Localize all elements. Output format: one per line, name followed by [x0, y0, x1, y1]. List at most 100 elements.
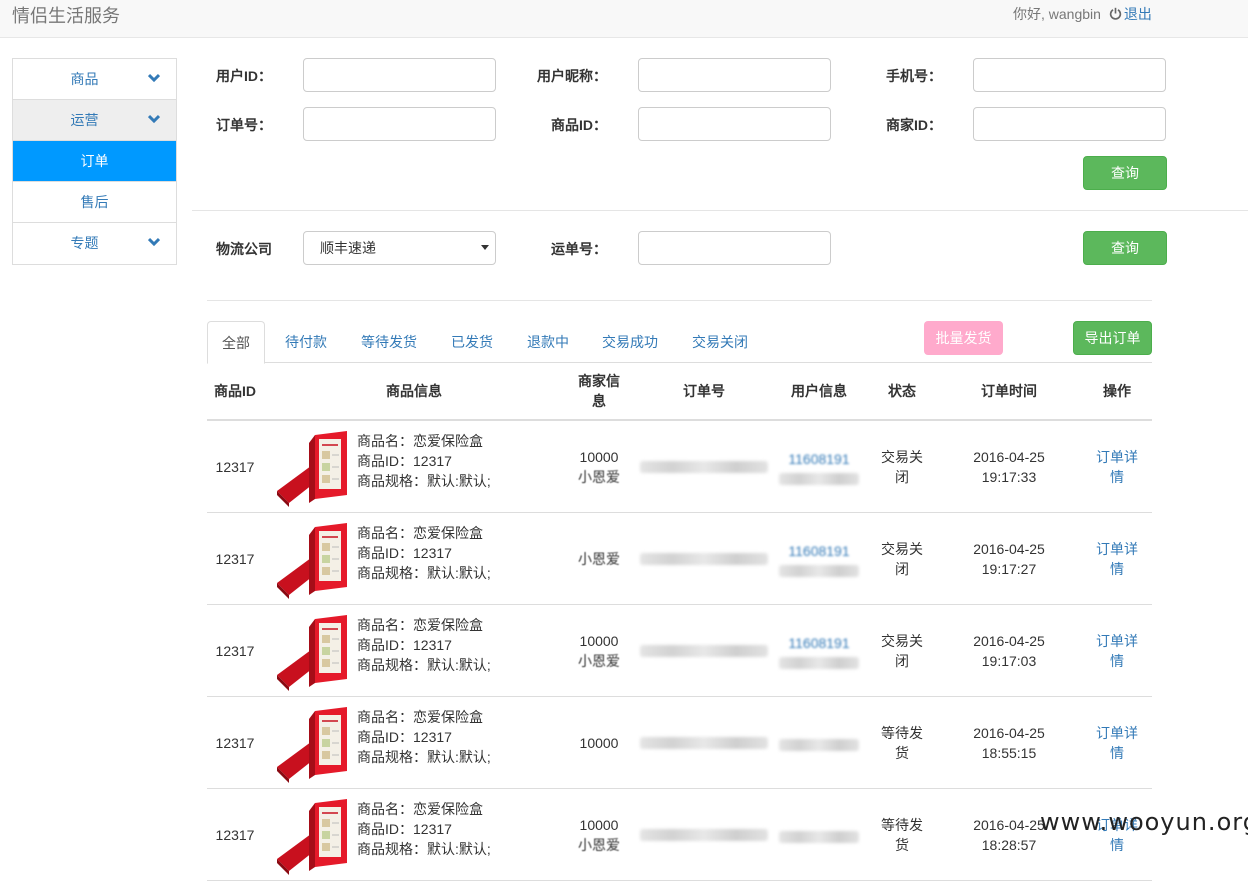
- product-info: 商品名：恋爱保险盒 商品ID：12317 商品规格：默认:默认;: [357, 707, 491, 767]
- product-id-cell: 12317: [215, 735, 255, 751]
- waybill-input[interactable]: [638, 231, 831, 265]
- table-row: 12317 商品名：恋爱保险盒 商品ID：12317 商品规格：默认:默认; 小…: [207, 513, 1152, 605]
- product-name: 恋爱保险盒: [413, 617, 483, 633]
- order-detail-link[interactable]: 订单详 情: [1087, 513, 1147, 605]
- product-name-line: 商品名：恋爱保险盒: [357, 523, 491, 543]
- order-detail-link[interactable]: 订单详 情: [1087, 421, 1147, 513]
- logistics-company-select[interactable]: 顺丰速递: [303, 231, 496, 265]
- status-text: 交易关: [881, 633, 923, 649]
- product-thumbnail[interactable]: [271, 429, 349, 507]
- order-time-cell: 2016-04-25 19:17:33: [959, 421, 1059, 513]
- order-detail-text-cont[interactable]: 情: [1110, 651, 1124, 671]
- merchant-cell: 10000 小恩爱: [573, 605, 625, 697]
- table-row: 12317 商品名：恋爱保险盒 商品ID：12317 商品规格：默认:默认; 1…: [207, 605, 1152, 697]
- user-id-link[interactable]: 11608191: [788, 449, 849, 469]
- user-area: 你好, wangbin 退出: [1013, 4, 1152, 24]
- status-cell: 交易关 闭: [875, 605, 929, 697]
- batch-ship-button[interactable]: 批量发货: [924, 321, 1003, 355]
- logout-link[interactable]: 退出: [1124, 6, 1152, 22]
- product-spec-prefix: 商品规格：: [357, 657, 427, 673]
- col-order-no: 订单号: [683, 383, 725, 399]
- product-info: 商品名：恋爱保险盒 商品ID：12317 商品规格：默认:默认;: [357, 431, 491, 491]
- query-button[interactable]: 查询: [1083, 156, 1167, 190]
- product-thumbnail[interactable]: [271, 521, 349, 599]
- product-name-line: 商品名：恋爱保险盒: [357, 615, 491, 635]
- sidebar-item-products[interactable]: 商品: [13, 59, 176, 100]
- merchant-id: 10000: [579, 633, 619, 649]
- nickname-input[interactable]: [638, 58, 831, 92]
- order-detail-text[interactable]: 订单详: [1096, 631, 1138, 651]
- status-text: 等待发: [881, 817, 923, 833]
- product-name-line: 商品名：恋爱保险盒: [357, 707, 491, 727]
- product-id-cell: 12317: [215, 643, 255, 659]
- order-clock: 18:55:15: [981, 745, 1037, 761]
- product-id-label: 商品ID：: [551, 117, 607, 133]
- order-date: 2016-04-25: [973, 817, 1045, 833]
- order-time-cell: 2016-04-25 19:17:03: [959, 605, 1059, 697]
- sidebar: 商品 运营 订单 售后 专题: [12, 58, 177, 265]
- merchant-cell: 10000 小恩爱: [573, 421, 625, 513]
- user-id-input[interactable]: [303, 58, 496, 92]
- tab-completed[interactable]: 交易成功: [602, 321, 658, 363]
- order-no-input[interactable]: [303, 107, 496, 141]
- tab-pending-payment[interactable]: 待付款: [285, 321, 327, 363]
- sidebar-item-label: 商品: [70, 71, 99, 87]
- status-text: 等待发: [881, 725, 923, 741]
- product-spec-line: 商品规格：默认:默认;: [357, 839, 491, 859]
- product-spec-prefix: 商品规格：: [357, 749, 427, 765]
- product-id-prefix: 商品ID：: [357, 637, 413, 653]
- sidebar-item-topics[interactable]: 专题: [13, 223, 176, 264]
- sidebar-item-after-sales[interactable]: 售后: [13, 182, 176, 223]
- order-no-cell: [639, 605, 769, 697]
- product-spec-prefix: 商品规格：: [357, 841, 427, 857]
- order-no-cell: [639, 789, 769, 881]
- order-detail-text-cont[interactable]: 情: [1110, 559, 1124, 579]
- table-body: 12317 商品名：恋爱保险盒 商品ID：12317 商品规格：默认:默认; 1…: [207, 421, 1152, 881]
- logistics-query-button[interactable]: 查询: [1083, 231, 1167, 265]
- user-id-link[interactable]: 11608191: [788, 633, 849, 653]
- tab-shipped[interactable]: 已发货: [451, 321, 493, 363]
- product-id: 12317: [413, 637, 452, 653]
- col-order-time: 订单时间: [981, 383, 1037, 399]
- order-detail-link[interactable]: 订单详 情: [1087, 697, 1147, 789]
- order-detail-text[interactable]: 订单详: [1096, 723, 1138, 743]
- product-thumbnail[interactable]: [271, 613, 349, 691]
- tab-refunding[interactable]: 退款中: [527, 321, 569, 363]
- power-icon[interactable]: [1109, 7, 1122, 20]
- product-id-cell: 12317: [215, 459, 255, 475]
- sidebar-item-orders[interactable]: 订单: [13, 141, 176, 182]
- product-id-prefix: 商品ID：: [357, 729, 413, 745]
- order-detail-text-cont[interactable]: 情: [1110, 835, 1124, 855]
- tab-awaiting-shipment[interactable]: 等待发货: [361, 321, 417, 363]
- tab-all[interactable]: 全部: [207, 321, 265, 364]
- product-id-cell: 12317: [215, 551, 255, 567]
- product-id-input[interactable]: [638, 107, 831, 141]
- product-spec-line: 商品规格：默认:默认;: [357, 655, 491, 675]
- phone-input[interactable]: [973, 58, 1166, 92]
- order-detail-text[interactable]: 订单详: [1096, 447, 1138, 467]
- sidebar-item-operations[interactable]: 运营: [13, 100, 176, 141]
- brand-title[interactable]: 情侣生活服务: [12, 2, 120, 28]
- order-detail-text[interactable]: 订单详: [1096, 539, 1138, 559]
- order-detail-link[interactable]: 订单详 情: [1087, 605, 1147, 697]
- order-detail-text-cont[interactable]: 情: [1110, 743, 1124, 763]
- product-name-line: 商品名：恋爱保险盒: [357, 799, 491, 819]
- merchant-id: 10000: [579, 449, 619, 465]
- product-spec-prefix: 商品规格：: [357, 473, 427, 489]
- product-spec-prefix: 商品规格：: [357, 565, 427, 581]
- tab-closed[interactable]: 交易关闭: [692, 321, 748, 363]
- watermark: www.wooyun.org: [1040, 808, 1248, 836]
- merchant-id-input[interactable]: [973, 107, 1166, 141]
- divider: [192, 210, 1248, 211]
- chevron-down-icon: [148, 237, 160, 247]
- order-no-cell: [639, 697, 769, 789]
- sidebar-item-label: 订单: [80, 153, 109, 169]
- status-cell: 等待发 货: [875, 789, 929, 881]
- product-thumbnail[interactable]: [271, 705, 349, 783]
- order-detail-text-cont[interactable]: 情: [1110, 467, 1124, 487]
- product-thumbnail[interactable]: [271, 797, 349, 875]
- table-row: 12317 商品名：恋爱保险盒 商品ID：12317 商品规格：默认:默认; 1…: [207, 697, 1152, 789]
- user-id-link[interactable]: 11608191: [788, 541, 849, 561]
- product-spec: 默认:默认;: [427, 657, 491, 673]
- export-orders-button[interactable]: 导出订单: [1073, 321, 1152, 355]
